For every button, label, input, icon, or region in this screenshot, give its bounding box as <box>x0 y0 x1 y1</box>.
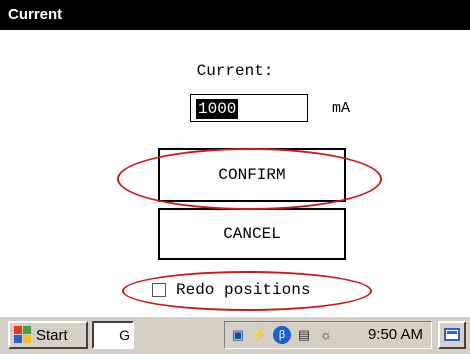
redo-positions-label: Redo positions <box>176 281 311 299</box>
taskbar-app-label: G <box>119 327 130 343</box>
taskbar-app-button[interactable]: G <box>92 321 134 349</box>
unit-label: mA <box>332 100 351 117</box>
current-dialog: Current: 1000 mA CONFIRM CANCEL Redo pos… <box>0 30 470 316</box>
window-title: Current <box>8 6 63 23</box>
title-bar: Current <box>0 0 470 30</box>
windows-flag-icon <box>14 326 32 344</box>
power-icon[interactable]: ⚡ <box>251 326 269 344</box>
current-value[interactable]: 1000 <box>196 99 239 119</box>
bluetooth-icon[interactable]: β <box>273 326 291 344</box>
confirm-button-label: CONFIRM <box>218 166 286 184</box>
start-label: Start <box>36 326 68 344</box>
taskbar: Start G ▣ ⚡ β ▤ ☼ 9:50 AM <box>0 316 470 354</box>
cancel-button-label: CANCEL <box>223 225 281 243</box>
network-icon[interactable]: ▣ <box>229 326 247 344</box>
redo-positions-option[interactable]: Redo positions <box>152 278 362 302</box>
clock[interactable]: 9:50 AM <box>368 326 423 343</box>
volume-icon[interactable]: ☼ <box>317 326 335 344</box>
current-label: Current: <box>196 62 274 80</box>
current-input[interactable]: 1000 <box>190 94 308 122</box>
cancel-button[interactable]: CANCEL <box>158 208 346 260</box>
desktop-icon[interactable] <box>438 321 466 349</box>
confirm-button[interactable]: CONFIRM <box>158 148 346 202</box>
system-tray: ▣ ⚡ β ▤ ☼ 9:50 AM <box>224 321 432 349</box>
signal-icon[interactable]: ▤ <box>295 326 313 344</box>
start-button[interactable]: Start <box>8 321 88 349</box>
redo-positions-checkbox[interactable] <box>152 283 166 297</box>
